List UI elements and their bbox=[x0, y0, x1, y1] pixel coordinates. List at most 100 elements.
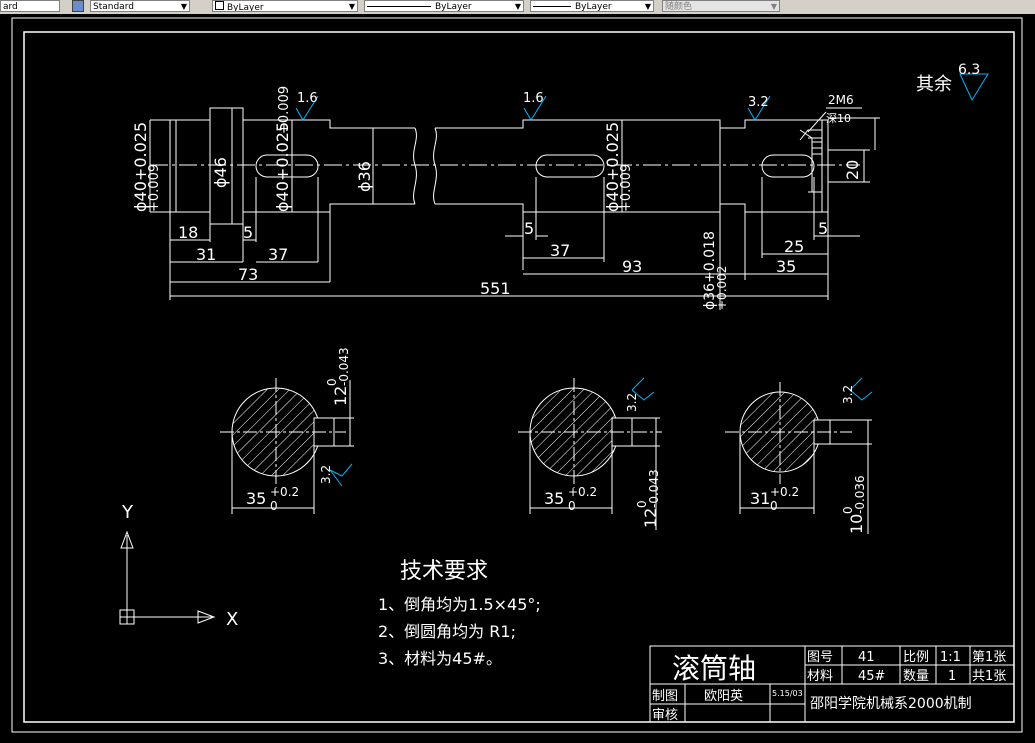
dim-phi40-1-tol: +0.009 bbox=[147, 164, 162, 212]
material-value: 45# bbox=[858, 669, 885, 684]
dim-93: 93 bbox=[622, 257, 642, 276]
school-name: 邵阳学院机械系2000机制 bbox=[810, 696, 972, 712]
break-line bbox=[433, 127, 437, 205]
ucs-x-label: X bbox=[226, 609, 238, 630]
drawing-canvas[interactable]: 其余 6.3 1.6 1.6 3.2 2M6 深10 ϕ40+0.025 +0.… bbox=[0, 14, 1035, 739]
linetype-dropdown[interactable]: ByLayer ▼ bbox=[364, 0, 524, 12]
plotstyle-dropdown[interactable]: 随颜色 ▼ bbox=[662, 0, 780, 12]
keyway-2 bbox=[535, 154, 605, 178]
threaded-hole bbox=[799, 129, 822, 193]
textstyle-icon[interactable] bbox=[72, 0, 84, 12]
drawn-label: 制图 bbox=[652, 689, 678, 704]
keyway-3 bbox=[761, 154, 815, 178]
thread-spec: 2M6 bbox=[828, 93, 854, 107]
roughness-other-label: 其余 bbox=[916, 74, 952, 95]
linetype-label: ByLayer bbox=[435, 2, 472, 12]
roughness-symbol bbox=[329, 463, 353, 487]
dim-phi36-2-tol: +0.002 bbox=[715, 266, 729, 310]
lineweight-preview-icon bbox=[533, 6, 571, 7]
section1-rough: 3.2 bbox=[319, 465, 333, 484]
dim-31: 31 bbox=[196, 245, 216, 264]
sheet-no: 第1张 bbox=[972, 650, 1006, 665]
outer-border bbox=[11, 17, 1023, 733]
textstyle-dropdown-partial[interactable]: ard bbox=[0, 0, 60, 12]
chevron-down-icon: ▼ bbox=[348, 2, 355, 11]
qty-value: 1 bbox=[948, 669, 956, 684]
dim-37: 37 bbox=[268, 245, 288, 264]
textstyle-partial-label: ard bbox=[3, 2, 18, 12]
break-line bbox=[413, 127, 417, 205]
chevron-down-icon: ▼ bbox=[770, 2, 777, 11]
inner-border bbox=[23, 31, 1015, 723]
section1-width-tol-upper: +0.2 bbox=[270, 485, 299, 499]
section1-key: 12 bbox=[331, 386, 350, 406]
dim-phi40-3-tol: +0.009 bbox=[619, 164, 634, 212]
chevron-down-icon: ▼ bbox=[180, 2, 187, 11]
dim-18: 18 bbox=[178, 223, 198, 242]
roughness-value-3: 3.2 bbox=[748, 95, 769, 110]
section2-rough: 3.2 bbox=[625, 393, 639, 412]
part-name: 滚筒轴 bbox=[672, 652, 756, 685]
review-label: 审核 bbox=[652, 708, 678, 723]
thread-detail bbox=[812, 141, 822, 155]
dim-phi36: ϕ36 bbox=[355, 161, 374, 192]
qty-label: 数量 bbox=[903, 669, 929, 684]
section2-width-tol-upper: +0.2 bbox=[568, 485, 597, 499]
section3-width-tol-lower: 0 bbox=[770, 499, 778, 513]
layer-label: ByLayer bbox=[227, 3, 264, 12]
plotstyle-label: 随颜色 bbox=[665, 2, 693, 12]
section1-key-tol-lower: -0.043 bbox=[337, 347, 351, 386]
thread-depth: 深10 bbox=[826, 112, 851, 125]
requirement-item-2: 2、倒圆角均为 R1; bbox=[378, 622, 516, 641]
scale-value: 1:1 bbox=[940, 650, 961, 665]
dim-5b: 5 bbox=[524, 219, 534, 238]
ucs-y-label: Y bbox=[121, 502, 134, 523]
textstyle-dropdown[interactable]: Standard ▼ bbox=[90, 0, 190, 12]
requirement-item-1: 1、倒角均为1.5×45°; bbox=[378, 595, 541, 614]
section3-key-tol-lower: -0.036 bbox=[853, 475, 867, 514]
section3-width-tol-upper: +0.2 bbox=[770, 485, 799, 499]
section2-key: 12 bbox=[641, 508, 660, 528]
dim-37b: 37 bbox=[550, 241, 570, 260]
roughness-value-1: 1.6 bbox=[297, 91, 318, 106]
dim-73: 73 bbox=[238, 265, 258, 284]
total-sheets: 共1张 bbox=[972, 669, 1006, 684]
section2-key-tol-lower: -0.043 bbox=[647, 469, 661, 508]
material-label: 材料 bbox=[807, 669, 833, 684]
roughness-value-2: 1.6 bbox=[523, 91, 544, 106]
section3-key: 10 bbox=[847, 514, 866, 534]
section1-width-tol-lower: 0 bbox=[270, 499, 278, 513]
dim-phi40-2-tol: +0.009 bbox=[277, 86, 292, 134]
dim-phi46: ϕ46 bbox=[211, 157, 230, 188]
drawn-by: 欧阳英 bbox=[704, 689, 743, 704]
textstyle-label: Standard bbox=[93, 2, 134, 12]
lineweight-dropdown[interactable]: ByLayer ▼ bbox=[530, 0, 654, 12]
requirements-title: 技术要求 bbox=[400, 559, 488, 584]
drawing-no-label: 图号 bbox=[807, 650, 833, 665]
color-swatch-icon bbox=[215, 1, 224, 10]
section2-width-tol-lower: 0 bbox=[568, 499, 576, 513]
chevron-down-icon: ▼ bbox=[644, 2, 651, 11]
drawn-date: 5.15/03 bbox=[772, 689, 803, 698]
chevron-down-icon: ▼ bbox=[514, 2, 521, 11]
linetype-preview-icon bbox=[367, 6, 431, 7]
scale-label: 比例 bbox=[903, 650, 929, 665]
section3-rough: 3.2 bbox=[841, 385, 855, 404]
layer-dropdown[interactable]: ByLayer ▼ bbox=[212, 0, 358, 12]
properties-toolbar: ard Standard ▼ ByLayer ▼ ByLayer ▼ ByLayer ▼… bbox=[0, 0, 1035, 15]
dim-5c: 5 bbox=[818, 219, 828, 238]
roughness-other-value: 6.3 bbox=[958, 62, 980, 78]
section3-width: 31 bbox=[750, 489, 770, 508]
drawing-no: 41 bbox=[858, 650, 875, 665]
leader-line bbox=[807, 111, 827, 133]
dim-25: 25 bbox=[784, 237, 804, 256]
dim-5: 5 bbox=[243, 223, 253, 242]
dim-35: 35 bbox=[776, 257, 796, 276]
drawing-svg: 其余 6.3 1.6 1.6 3.2 2M6 深10 ϕ40+0.025 +0.… bbox=[11, 17, 1023, 733]
requirement-item-3: 3、材料为45#。 bbox=[378, 649, 502, 668]
section1-width: 35 bbox=[246, 489, 266, 508]
lineweight-label: ByLayer bbox=[575, 2, 612, 12]
dim-phi40-2: ϕ40+0.025 bbox=[273, 122, 292, 212]
section2-width: 35 bbox=[544, 489, 564, 508]
dim-20: 20 bbox=[843, 160, 862, 180]
